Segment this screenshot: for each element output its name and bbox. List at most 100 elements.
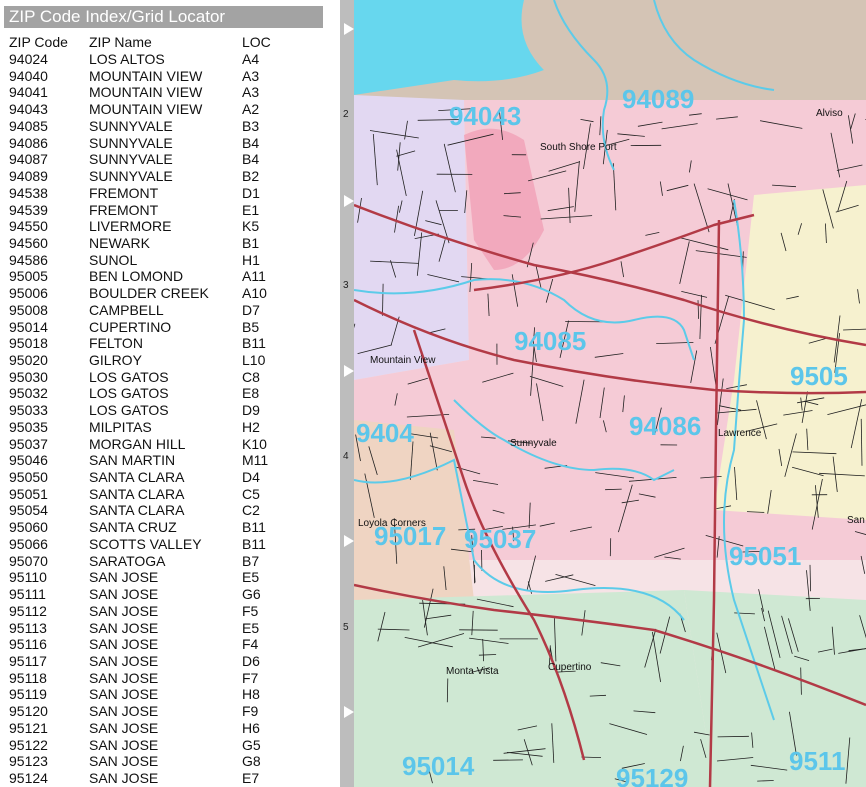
zip-name-cell: LOS GATOS xyxy=(89,368,169,385)
grid-loc-cell: D4 xyxy=(242,469,260,485)
zip-code-cell: 94539 xyxy=(9,201,48,218)
zip-code-cell: 95006 xyxy=(9,285,48,302)
grid-loc-cell: D7 xyxy=(242,301,260,318)
grid-loc-cell: B11 xyxy=(242,535,266,552)
col-header-zip-code: ZIP Code xyxy=(9,34,68,50)
grid-loc-cell: A2 xyxy=(242,101,260,118)
zip-code-cell: 95070 xyxy=(9,552,48,569)
grid-loc-cell: K5 xyxy=(242,218,260,235)
zip-label-95037: 95037 xyxy=(464,524,536,554)
zip-name-cell: SAN JOSE xyxy=(89,602,159,619)
zip-name-cell: SANTA CLARA xyxy=(89,502,185,519)
grid-loc-cell: B3 xyxy=(242,117,260,134)
zip-code-cell: 94041 xyxy=(9,84,48,101)
grid-loc-cell: H1 xyxy=(242,251,260,268)
zip-code-cell: 95018 xyxy=(9,335,48,352)
zip-code-cell: 94086 xyxy=(9,134,48,151)
zip-name-cell: SUNNYVALE xyxy=(89,151,173,168)
zip-code-cell: 95116 xyxy=(9,636,47,653)
zip-code-cell: 95121 xyxy=(9,719,48,736)
zip-code-cell: 95032 xyxy=(9,385,48,402)
zip-name-cell: CUPERTINO xyxy=(89,318,172,335)
grid-loc-cell: F5 xyxy=(242,602,259,619)
zip-code-cell: 95113 xyxy=(9,619,47,636)
grid-loc-cell: A10 xyxy=(242,285,267,302)
zip-code-cell: 95020 xyxy=(9,352,48,368)
grid-number: 3 xyxy=(343,280,349,291)
place-label-mountain-view: Mountain View xyxy=(370,355,436,366)
zip-name-cell: MOUNTAIN VIEW xyxy=(89,84,203,101)
place-label-south-shore-port: South Shore Port xyxy=(540,142,617,153)
zip-name-cell: MORGAN HILL xyxy=(89,435,186,452)
grid-loc-cell: A4 xyxy=(242,51,260,67)
grid-notch xyxy=(344,365,354,377)
zip-name-cell: BEN LOMOND xyxy=(89,268,184,285)
grid-notch xyxy=(344,195,354,207)
zip-name-cell: SAN JOSE xyxy=(89,569,159,586)
zip-code-cell: 95060 xyxy=(9,519,48,536)
zip-name-cell: LOS ALTOS xyxy=(89,51,165,67)
zip-label-94085: 94085 xyxy=(514,326,586,356)
zip-name-cell: GILROY xyxy=(89,352,142,368)
grid-loc-cell: F9 xyxy=(242,703,259,720)
zip-name-cell: SAN JOSE xyxy=(89,669,159,686)
grid-loc-cell: C5 xyxy=(242,485,260,502)
zip-code-cell: 95118 xyxy=(9,669,47,686)
zip-code-cell: 95033 xyxy=(9,402,48,419)
grid-loc-cell: H8 xyxy=(242,686,260,703)
index-title: ZIP Code Index/Grid Locator xyxy=(4,6,323,28)
place-label-lawrence: Lawrence xyxy=(718,428,762,439)
street-segment xyxy=(555,574,596,586)
zip-name-cell: SCOTTS VALLEY xyxy=(89,535,202,552)
zip-code-cell: 94089 xyxy=(9,168,48,184)
zip-index-panel: ZIP Code Index/Grid Locator ZIP Code ZIP … xyxy=(0,0,330,787)
zip-name-cell: LIVERMORE xyxy=(89,218,172,235)
zip-name-cell: LOS GATOS xyxy=(89,402,169,419)
zip-name-cell: SAN MARTIN xyxy=(89,452,176,469)
zip-code-cell: 95123 xyxy=(9,753,48,770)
zip-label-9511: 9511 xyxy=(789,746,845,776)
zip-label-95014: 95014 xyxy=(402,751,475,781)
zip-code-cell: 94560 xyxy=(9,234,48,251)
grid-number: 4 xyxy=(343,451,349,462)
zip-code-cell: 94024 xyxy=(9,51,48,67)
zip-name-cell: SUNNYVALE xyxy=(89,134,173,151)
grid-loc-cell: B2 xyxy=(242,168,260,184)
grid-loc-cell: C2 xyxy=(242,502,260,519)
zip-label-94043: 94043 xyxy=(449,101,521,131)
grid-loc-cell: E8 xyxy=(242,385,260,402)
zip-code-cell: 95050 xyxy=(9,469,48,485)
zip-name-cell: SARATOGA xyxy=(89,552,166,569)
zip-name-cell: SAN JOSE xyxy=(89,652,159,669)
zip-name-cell: FREMONT xyxy=(89,201,159,218)
place-label-alviso: Alviso xyxy=(816,108,843,119)
place-label-san: San xyxy=(847,515,865,526)
zip-code-cell: 95066 xyxy=(9,535,48,552)
grid-loc-cell: F7 xyxy=(242,669,259,686)
zip-code-cell: 94085 xyxy=(9,117,48,134)
grid-number: 2 xyxy=(343,109,349,120)
zip-code-cell: 95119 xyxy=(9,686,47,703)
grid-loc-cell: B7 xyxy=(242,552,260,569)
place-label-sunnyvale: Sunnyvale xyxy=(510,438,557,449)
grid-loc-cell: B1 xyxy=(242,234,260,251)
street-segment xyxy=(526,555,536,590)
zip-name-cell: LOS GATOS xyxy=(89,385,169,402)
grid-loc-cell: E7 xyxy=(242,770,260,786)
grid-number: 5 xyxy=(343,622,349,633)
zip-region-94043-west xyxy=(354,95,469,380)
grid-notch xyxy=(344,535,354,547)
zip-name-cell: SUNNYVALE xyxy=(89,168,173,184)
zip-name-cell: SAN JOSE xyxy=(89,619,159,636)
map-canvas: 94043 94089 94085 94086 95051 95014 9404… xyxy=(354,0,866,787)
grid-loc-cell: H6 xyxy=(242,719,260,736)
grid-loc-cell: B4 xyxy=(242,134,260,151)
zip-name-cell: NEWARK xyxy=(89,234,150,251)
zip-code-cell: 95030 xyxy=(9,368,48,385)
grid-loc-cell: G5 xyxy=(242,736,261,753)
street-map[interactable]: 94043 94089 94085 94086 95051 95014 9404… xyxy=(354,0,866,787)
grid-loc-cell: L10 xyxy=(242,352,266,368)
grid-loc-cell: D9 xyxy=(242,402,260,419)
zip-code-cell: 95124 xyxy=(9,770,48,786)
grid-loc-cell: A11 xyxy=(242,268,266,285)
